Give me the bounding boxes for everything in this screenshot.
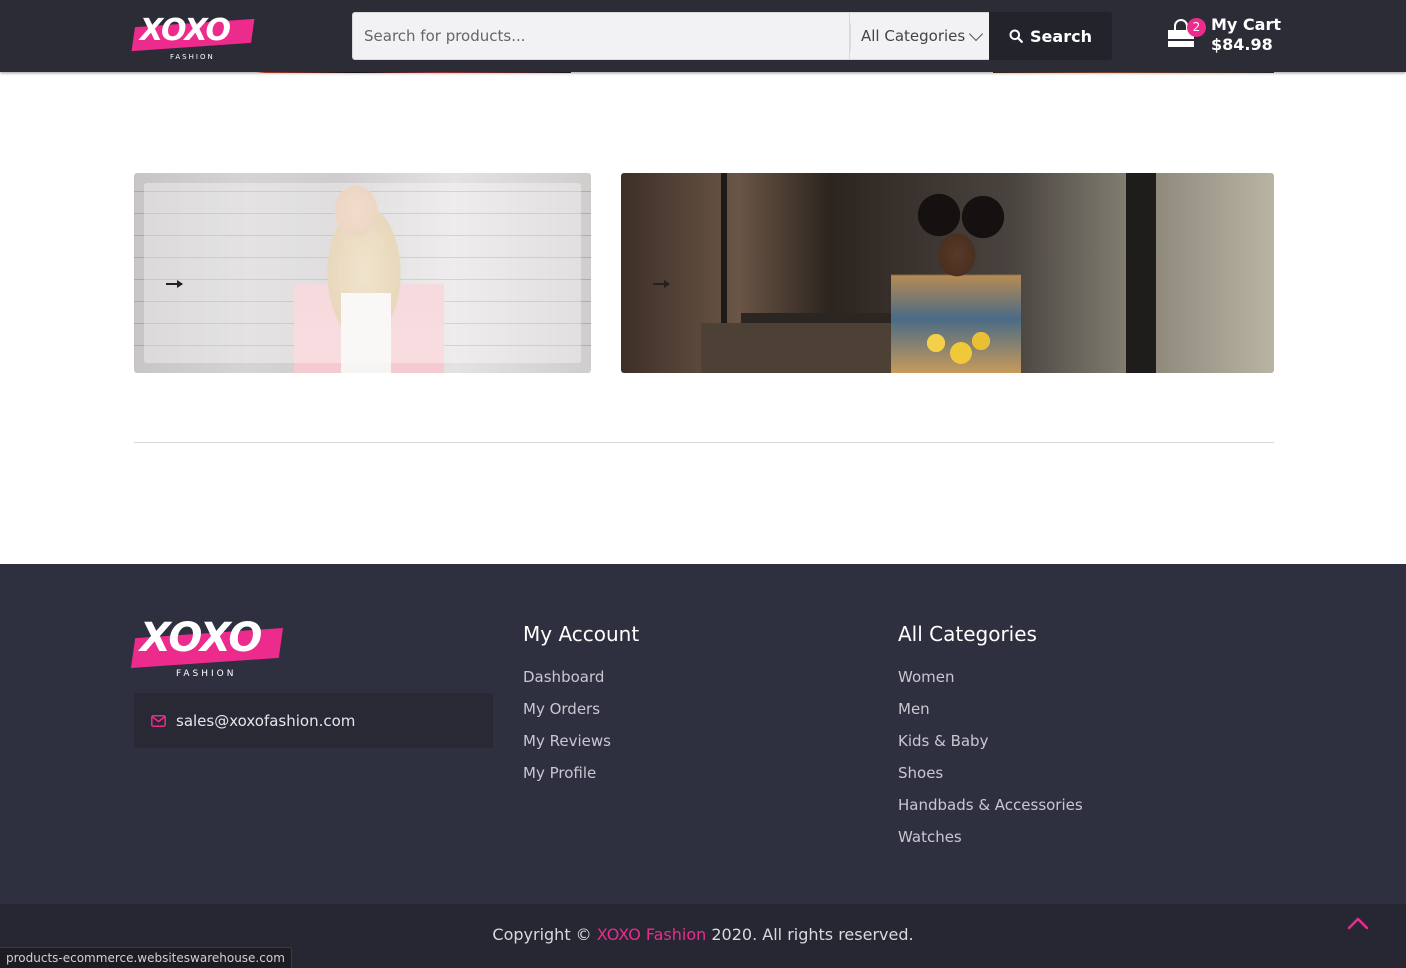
footer-link-handbags-accessories[interactable]: Handbads & Accessories	[898, 795, 1083, 827]
contact-email[interactable]: sales@xoxofashion.com	[134, 693, 493, 748]
browser-status-bar: products-ecommerce.websiteswarehouse.com	[0, 947, 292, 968]
copyright-brand-link[interactable]: XOXO Fashion	[597, 925, 707, 944]
search-bar: All Categories Search	[352, 12, 1112, 60]
category-select[interactable]: All Categories	[850, 12, 989, 60]
logo-wordmark: XOXO	[140, 13, 231, 48]
cart-title: My Cart	[1211, 15, 1281, 34]
footer-categories-column: All Categories Women Men Kids & Baby Sho…	[898, 622, 1083, 859]
logo-subtitle: FASHION	[176, 669, 237, 679]
footer-link-women[interactable]: Women	[898, 667, 1083, 699]
promo-banner-women[interactable]	[134, 173, 591, 373]
footer-account-title: My Account	[523, 622, 640, 646]
chevron-down-icon	[968, 26, 984, 42]
footer-link-shoes[interactable]: Shoes	[898, 763, 1083, 795]
scroll-to-top-icon[interactable]	[1345, 910, 1371, 936]
cart-count-badge: 2	[1187, 18, 1206, 37]
category-select-value: All Categories	[861, 27, 966, 45]
flowers	[916, 323, 996, 373]
promo-banner-men[interactable]	[621, 173, 1274, 373]
footer-link-kids-baby[interactable]: Kids & Baby	[898, 731, 1083, 763]
copyright-suffix: 2020. All rights reserved.	[711, 925, 914, 944]
copyright-text: Copyright © XOXO Fashion 2020. All right…	[0, 925, 1406, 944]
footer-link-watches[interactable]: Watches	[898, 827, 1083, 859]
footer-categories-title: All Categories	[898, 622, 1037, 646]
contact-email-text: sales@xoxofashion.com	[176, 711, 356, 730]
section-divider	[134, 442, 1274, 443]
footer-account-column: My Account Dashboard My Orders My Review…	[523, 622, 639, 795]
footer-link-my-orders[interactable]: My Orders	[523, 699, 639, 731]
footer-link-dashboard[interactable]: Dashboard	[523, 667, 639, 699]
envelope-icon	[151, 714, 166, 727]
search-icon	[1009, 29, 1023, 43]
footer-link-men[interactable]: Men	[898, 699, 1083, 731]
search-button[interactable]: Search	[989, 12, 1112, 60]
footer-link-my-profile[interactable]: My Profile	[523, 763, 639, 795]
logo-wordmark: XOXO	[140, 615, 262, 661]
copyright-prefix: Copyright ©	[492, 925, 592, 944]
search-input[interactable]	[352, 12, 850, 60]
arrow-right-icon[interactable]	[653, 280, 670, 288]
cart-total: $84.98	[1211, 35, 1273, 54]
site-header: XOXO FASHION All Categories Search 2 My …	[0, 0, 1406, 72]
cafe-chair	[701, 323, 901, 373]
search-button-label: Search	[1030, 26, 1092, 46]
cafe-window-frame	[1126, 173, 1156, 373]
cart-widget[interactable]: 2 My Cart $84.98	[1166, 14, 1281, 58]
site-logo[interactable]: XOXO FASHION	[131, 9, 255, 63]
banner-overlay	[144, 183, 581, 363]
footer-link-my-reviews[interactable]: My Reviews	[523, 731, 639, 763]
footer-logo[interactable]: XOXO FASHION	[130, 613, 284, 681]
arrow-right-icon[interactable]	[166, 280, 183, 288]
logo-subtitle: FASHION	[170, 53, 215, 61]
